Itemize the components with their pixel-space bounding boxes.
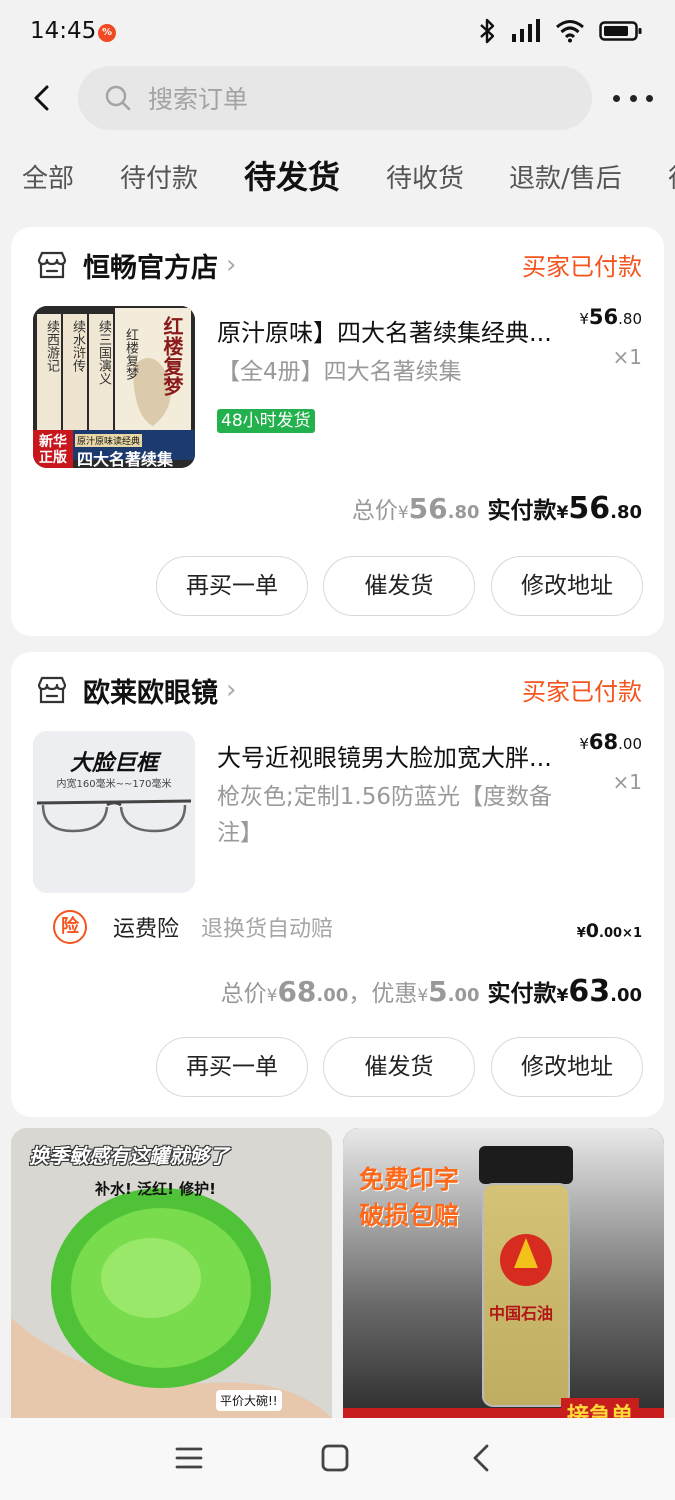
wifi-icon bbox=[556, 20, 584, 43]
recommendation-image bbox=[11, 1128, 332, 1418]
recommendation-card[interactable]: 免费印字 破损包赔 中国石油 接急单 bbox=[343, 1128, 664, 1418]
order-status: 买家已付款 bbox=[522, 678, 642, 706]
recommendation-brand: 中国石油 bbox=[489, 1304, 554, 1323]
recommendation-subtext: 补水! 泛红! 修护! bbox=[95, 1180, 216, 1198]
glasses-subtext: 内宽160毫米~~170毫米 bbox=[56, 779, 172, 790]
product-price: ¥56.80 bbox=[579, 305, 642, 329]
store-icon bbox=[37, 251, 67, 279]
order-tabs: 全部 待付款 待发货 待收货 退款/售后 待 bbox=[0, 148, 675, 218]
recommendation-line2: 破损包赔 bbox=[359, 1201, 460, 1230]
recommendation-corner-tag: 接急单 bbox=[561, 1398, 640, 1418]
book-spine-text: 红楼复梦 bbox=[123, 328, 138, 380]
urge-shipment-button[interactable]: 催发货 bbox=[323, 1037, 475, 1097]
product-title[interactable]: 大号近视眼镜男大脸加宽大胖... bbox=[217, 738, 567, 773]
recommendation-card[interactable]: 换季敏感有这罐就够了 补水! 泛红! 修护! 平价大碗!! bbox=[11, 1128, 332, 1418]
book-stamp: 新华正版 bbox=[39, 434, 67, 466]
shipping-badge: 48小时发货 bbox=[217, 409, 315, 433]
product-title[interactable]: 原汁原味】四大名著续集经典... bbox=[217, 313, 567, 348]
insurance-name: 运费险 bbox=[113, 917, 180, 942]
store-icon bbox=[37, 676, 67, 704]
home-icon[interactable] bbox=[321, 1444, 349, 1472]
status-time: 14:45 bbox=[30, 18, 97, 44]
order-total: 总价 ¥56.80 实付款 ¥56.80 bbox=[351, 491, 642, 526]
product-thumbnail[interactable]: 大脸巨框 内宽160毫米~~170毫米 bbox=[33, 731, 195, 893]
book-cover-title: 红楼复梦 bbox=[160, 316, 184, 396]
product-spec: 【全4册】四大名著续集 bbox=[217, 359, 462, 385]
urge-shipment-button[interactable]: 催发货 bbox=[323, 556, 475, 616]
search-input[interactable]: 搜索订单 bbox=[78, 66, 592, 130]
battery-icon bbox=[599, 21, 642, 41]
chevron-right-icon: › bbox=[226, 675, 237, 705]
order-status: 买家已付款 bbox=[522, 253, 642, 281]
tab-pending-receipt[interactable]: 待收货 bbox=[386, 158, 464, 195]
tab-all[interactable]: 全部 bbox=[22, 158, 74, 195]
shop-link[interactable]: 欧莱欧眼镜 › bbox=[35, 670, 236, 710]
insurance-desc: 退换货自动赔 bbox=[201, 917, 334, 942]
modify-address-button[interactable]: 修改地址 bbox=[491, 556, 643, 616]
order-card: 欧莱欧眼镜 › 买家已付款 大脸巨框 内宽160毫米~~170毫米 大号近视眼镜… bbox=[11, 652, 664, 1117]
shop-name: 欧莱欧眼镜 bbox=[83, 677, 218, 709]
back-arrow-icon[interactable] bbox=[24, 80, 60, 116]
system-nav-bar bbox=[0, 1418, 675, 1500]
recommendation-headline: 换季敏感有这罐就够了 bbox=[29, 1144, 229, 1168]
chevron-right-icon: › bbox=[226, 250, 237, 280]
recommendation-line1: 免费印字 bbox=[359, 1165, 460, 1194]
insurance-price: ¥0.00×1 bbox=[576, 920, 642, 942]
shop-link[interactable]: 恒畅官方店 › bbox=[35, 245, 236, 285]
order-card: 恒畅官方店 › 买家已付款 续西游记 续水浒传 续三国演义 红楼复梦 红楼复梦 … bbox=[11, 227, 664, 636]
modify-address-button[interactable]: 修改地址 bbox=[491, 1037, 643, 1097]
product-qty: ×1 bbox=[612, 345, 642, 369]
book-spine-text: 续西游记 bbox=[44, 320, 59, 372]
recommendation-tag: 平价大碗!! bbox=[216, 1390, 282, 1411]
product-qty: ×1 bbox=[612, 770, 642, 794]
more-options-icon[interactable] bbox=[613, 86, 653, 110]
book-spine-text: 续水浒传 bbox=[70, 320, 85, 372]
signal-icon bbox=[512, 19, 540, 42]
insurance-icon: 险 bbox=[53, 910, 87, 944]
product-price: ¥68.00 bbox=[579, 730, 642, 754]
book-spine-text: 续三国演义 bbox=[96, 320, 111, 385]
search-icon bbox=[105, 85, 131, 111]
product-thumbnail[interactable]: 续西游记 续水浒传 续三国演义 红楼复梦 红楼复梦 原汁原味读经典 四大名著续集… bbox=[33, 306, 195, 468]
buy-again-button[interactable]: 再买一单 bbox=[156, 556, 308, 616]
search-placeholder: 搜索订单 bbox=[148, 85, 249, 114]
tab-pending-review[interactable]: 待 bbox=[668, 158, 675, 195]
shop-name: 恒畅官方店 bbox=[83, 252, 218, 284]
tab-pending-shipment[interactable]: 待发货 bbox=[244, 152, 340, 198]
shipping-insurance: 险 运费险 退换货自动赔 bbox=[53, 910, 333, 944]
product-spec: 枪灰色;定制1.56防蓝光【度数备注】 bbox=[217, 784, 552, 846]
header: 搜索订单 bbox=[0, 64, 675, 132]
back-nav-icon[interactable] bbox=[471, 1443, 491, 1473]
order-total: 总价 ¥68.00 ，优惠 ¥5.00 实付款 ¥63.00 bbox=[220, 974, 642, 1009]
tab-refund-aftersale[interactable]: 退款/售后 bbox=[509, 158, 622, 195]
tab-pending-payment[interactable]: 待付款 bbox=[120, 158, 198, 195]
glasses-headline: 大脸巨框 bbox=[69, 751, 158, 776]
notification-icon: % bbox=[98, 24, 116, 42]
status-bar: 14:45 % bbox=[0, 0, 675, 64]
book-banner: 四大名著续集 bbox=[77, 450, 174, 468]
buy-again-button[interactable]: 再买一单 bbox=[156, 1037, 308, 1097]
menu-icon[interactable] bbox=[175, 1446, 203, 1470]
bluetooth-icon bbox=[480, 18, 495, 44]
